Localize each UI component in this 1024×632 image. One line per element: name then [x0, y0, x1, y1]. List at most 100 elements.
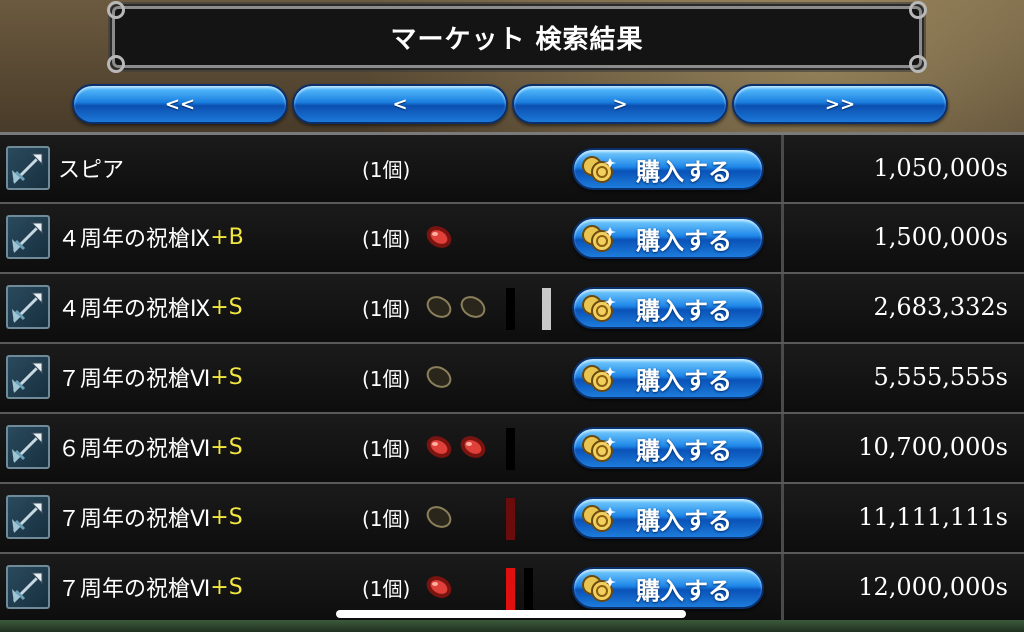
pagination: << < > >>	[72, 84, 948, 124]
result-list: スピア (1個) 購入する 1,050,000s ４周年の祝槍Ⅸ +B (1個) …	[0, 132, 1024, 622]
buy-button-label: 購入する	[636, 226, 732, 255]
item-quantity: (1個)	[362, 226, 411, 251]
table-row: ４周年の祝槍Ⅸ +S (1個) 購入する 2,683,332s	[0, 272, 1024, 342]
buy-button-label: 購入する	[636, 436, 732, 465]
spear-icon	[6, 565, 50, 609]
red-gem-icon	[458, 434, 488, 460]
status-bar	[506, 568, 515, 610]
item-price: 11,111,111s	[858, 503, 1008, 531]
gem-slots	[424, 224, 454, 250]
buy-button-label: 購入する	[636, 506, 732, 535]
item-grade: +S	[210, 364, 243, 390]
item-name-text: ６周年の祝槍Ⅵ	[58, 437, 211, 462]
buy-button[interactable]: 購入する	[572, 497, 764, 539]
buy-button[interactable]: 購入する	[572, 427, 764, 469]
empty-gem-slot-icon	[424, 504, 454, 530]
item-grade: +S	[210, 574, 243, 600]
table-row: ７周年の祝槍Ⅵ +S (1個) 購入する 11,111,111s	[0, 482, 1024, 552]
item-name-text: ４周年の祝槍Ⅸ	[58, 227, 211, 252]
prev-page-button[interactable]: <	[292, 84, 508, 124]
empty-gem-slot-icon	[424, 364, 454, 390]
ornament-icon	[909, 1, 927, 19]
coin-icon	[580, 363, 616, 393]
red-gem-icon	[424, 224, 454, 250]
empty-gem-slot-icon	[424, 294, 454, 320]
coin-icon	[580, 154, 616, 184]
status-bar	[533, 288, 542, 330]
gem-slots	[424, 434, 488, 460]
table-row: スピア (1個) 購入する 1,050,000s	[0, 132, 1024, 202]
status-bar	[515, 568, 524, 610]
item-name: ４周年の祝槍Ⅸ +B	[58, 204, 244, 270]
spear-icon	[6, 146, 50, 190]
status-bars	[506, 568, 533, 610]
column-divider	[781, 414, 784, 482]
coin-icon	[580, 503, 616, 533]
buy-button[interactable]: 購入する	[572, 357, 764, 399]
first-page-button[interactable]: <<	[72, 84, 288, 124]
item-quantity: (1個)	[362, 157, 411, 182]
spear-icon	[6, 355, 50, 399]
buy-button[interactable]: 購入する	[572, 287, 764, 329]
red-gem-icon	[424, 574, 454, 600]
buy-button-label: 購入する	[636, 576, 732, 605]
empty-gem-slot-icon	[458, 294, 488, 320]
status-bars	[506, 288, 551, 330]
coin-icon	[580, 573, 616, 603]
bottom-strip	[0, 620, 1024, 632]
gem-slots	[424, 574, 454, 600]
buy-button-label: 購入する	[636, 366, 732, 395]
gem-slots	[424, 364, 454, 390]
column-divider	[781, 274, 784, 342]
status-bar	[506, 498, 515, 540]
buy-button[interactable]: 購入する	[572, 567, 764, 609]
item-grade: +S	[210, 504, 243, 530]
ornament-icon	[107, 1, 125, 19]
buy-button[interactable]: 購入する	[572, 217, 764, 259]
item-name: ４周年の祝槍Ⅸ +S	[58, 274, 243, 340]
status-bar	[524, 568, 533, 610]
ornament-icon	[107, 55, 125, 73]
red-gem-icon	[424, 434, 454, 460]
spear-icon	[6, 425, 50, 469]
item-name: ７周年の祝槍Ⅵ +S	[58, 554, 243, 620]
item-price: 5,555,555s	[873, 363, 1008, 391]
status-bar	[506, 428, 515, 470]
buy-button[interactable]: 購入する	[572, 148, 764, 190]
item-name: ６周年の祝槍Ⅵ +S	[58, 414, 243, 480]
item-price: 1,500,000s	[873, 223, 1008, 251]
item-name-text: ７周年の祝槍Ⅵ	[58, 577, 211, 602]
ornament-icon	[909, 55, 927, 73]
item-price: 10,700,000s	[858, 433, 1008, 461]
status-bar	[515, 288, 524, 330]
status-bar	[506, 288, 515, 330]
column-divider	[781, 484, 784, 552]
column-divider	[781, 344, 784, 412]
item-name: ７周年の祝槍Ⅵ +S	[58, 344, 243, 410]
column-divider	[781, 204, 784, 272]
coin-icon	[580, 223, 616, 253]
spear-icon	[6, 285, 50, 329]
item-quantity: (1個)	[362, 296, 411, 321]
item-quantity: (1個)	[362, 506, 411, 531]
home-indicator[interactable]	[336, 610, 686, 618]
status-bars	[506, 498, 515, 540]
last-page-button[interactable]: >>	[732, 84, 948, 124]
table-row: ４周年の祝槍Ⅸ +B (1個) 購入する 1,500,000s	[0, 202, 1024, 272]
next-page-button[interactable]: >	[512, 84, 728, 124]
buy-button-label: 購入する	[636, 296, 732, 325]
gem-slots	[424, 504, 454, 530]
item-name-text: スピア	[58, 158, 125, 183]
title-bar: マーケット 検索結果	[107, 1, 927, 73]
column-divider	[781, 135, 784, 202]
item-grade: +S	[210, 294, 243, 320]
gem-slots	[424, 294, 488, 320]
item-price: 2,683,332s	[873, 293, 1008, 321]
item-name-text: ４周年の祝槍Ⅸ	[58, 297, 211, 322]
status-bar	[542, 288, 551, 330]
coin-icon	[580, 433, 616, 463]
item-name-text: ７周年の祝槍Ⅵ	[58, 507, 211, 532]
item-grade: +B	[210, 224, 244, 250]
item-name: ７周年の祝槍Ⅵ +S	[58, 484, 243, 550]
status-bars	[506, 428, 515, 470]
